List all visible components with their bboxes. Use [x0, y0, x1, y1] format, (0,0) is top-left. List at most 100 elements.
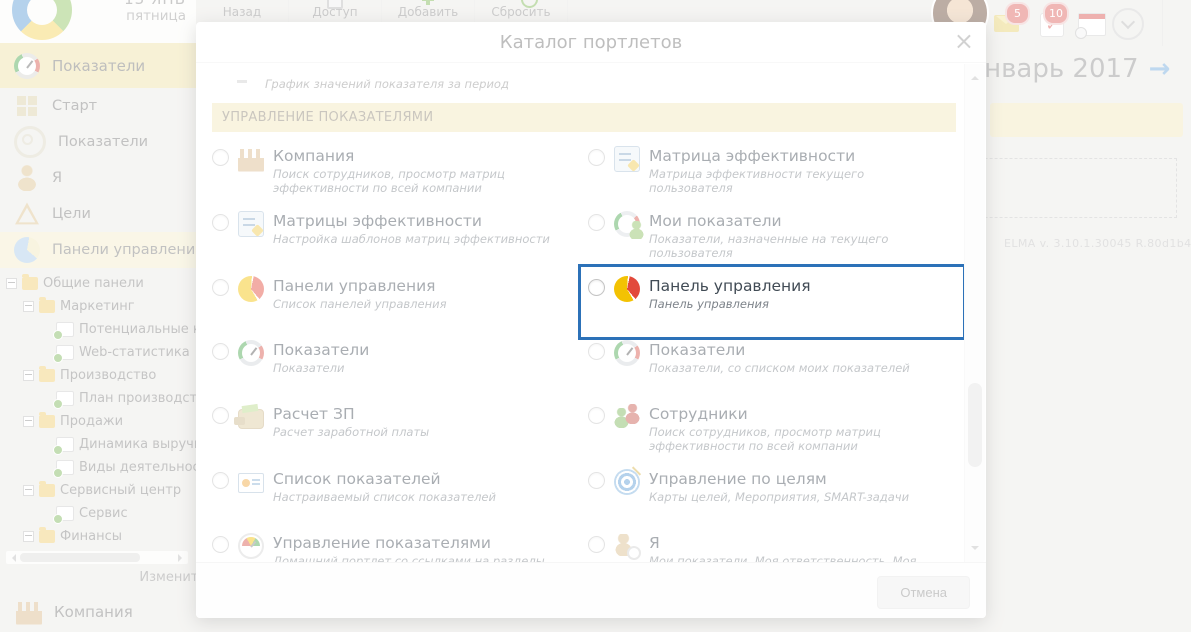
toolbar-button[interactable]: Сбросить — [475, 0, 568, 22]
toolbar-button-label: Назад — [223, 5, 261, 22]
sidebar-menu-item[interactable]: Показатели — [0, 124, 196, 160]
next-month-arrow-icon[interactable]: → — [1149, 54, 1171, 84]
tree-expander-icon[interactable] — [23, 485, 34, 496]
tree-expander-icon[interactable] — [23, 531, 34, 542]
folder-icon — [39, 415, 55, 428]
tree-horizontal-scrollbar[interactable] — [6, 551, 188, 564]
chevron-down-icon[interactable] — [1112, 8, 1144, 40]
pie-icon — [14, 237, 40, 263]
sidebar-item-label: Панели управления — [52, 242, 204, 258]
radio-icon[interactable] — [588, 149, 605, 166]
tree-expander-icon[interactable] — [23, 416, 34, 427]
tree-row[interactable]: Виды деятельности — [0, 456, 196, 479]
sidebar-active-item-indicators[interactable]: Показатели — [0, 43, 196, 88]
portlet-title: Панели управления — [273, 276, 446, 296]
tree-row[interactable]: Производство — [0, 364, 196, 387]
scroll-up-icon[interactable] — [971, 72, 979, 80]
tree-row[interactable]: Сервисный центр — [0, 479, 196, 502]
toolbar-button[interactable]: Добавить — [382, 0, 475, 22]
tree-row[interactable]: Динамика выручки — [0, 433, 196, 456]
radio-icon[interactable] — [212, 149, 229, 166]
tree-row[interactable]: Общие панели — [0, 272, 196, 295]
modal-title: Каталог портлетов — [196, 22, 986, 64]
gauge-arc-icon — [238, 533, 264, 559]
sidebar-menu-item[interactable]: Я — [0, 160, 196, 196]
radio-icon[interactable] — [588, 279, 605, 296]
tree-row-label: План производства — [79, 391, 213, 406]
matrix-icon — [238, 211, 264, 237]
portlet-item[interactable]: Список показателей Настраиваемый список … — [212, 467, 580, 523]
messages-count-badge: 5 — [1005, 2, 1030, 25]
portlet-item[interactable]: Расчет ЗП Расчет заработной платы — [212, 402, 580, 459]
portlet-item[interactable]: Показатели Показатели — [212, 338, 580, 394]
radio-icon[interactable] — [588, 407, 605, 424]
portlet-description: Показатели — [273, 362, 369, 376]
portlet-item[interactable]: Матрицы эффективности Настройка шаблонов… — [212, 209, 580, 266]
portlet-item[interactable]: Показатели Показатели, со списком моих п… — [588, 338, 956, 394]
portlet-item[interactable]: Сотрудники Поиск сотрудников, просмотр м… — [588, 402, 956, 459]
portlet-text: Показатели Показатели — [273, 340, 369, 388]
tree-expander-icon[interactable] — [6, 278, 17, 289]
modal-scrollbar[interactable] — [964, 64, 985, 562]
folder-icon — [39, 300, 55, 313]
month-title: Январь 2017 — [966, 54, 1139, 84]
portlet-item[interactable]: Панели управления Список панелей управле… — [212, 274, 580, 330]
portlet-description: Поиск сотрудников, просмотр матриц эффек… — [273, 168, 573, 195]
person-gauge-icon — [614, 533, 640, 559]
edit-tree-link[interactable]: Изменить — [120, 570, 206, 585]
radio-icon[interactable] — [588, 343, 605, 360]
portlet-item[interactable]: Управление по целям Карты целей, Меропри… — [588, 467, 956, 523]
radio-icon[interactable] — [212, 343, 229, 360]
tree-row[interactable]: Web-статистика — [0, 341, 196, 364]
radio-icon[interactable] — [588, 214, 605, 231]
tree-row[interactable]: Сервис — [0, 502, 196, 525]
modal-header: Каталог портлетов × — [196, 22, 986, 63]
tree-row[interactable]: Финансы — [0, 525, 196, 548]
tree-row-label: Производство — [60, 368, 156, 383]
close-icon[interactable]: × — [954, 27, 974, 55]
scroll-left-icon[interactable] — [8, 554, 16, 562]
tree-expander-icon[interactable] — [23, 370, 34, 381]
scrollbar-thumb[interactable] — [968, 383, 982, 468]
portlet-item[interactable]: Матрица эффективности Матрица эффективно… — [588, 144, 956, 201]
dashboard-icon — [56, 391, 74, 406]
radio-icon[interactable] — [212, 214, 229, 231]
portlet-description: Показатели, со списком моих показателей — [649, 362, 910, 376]
tree-row[interactable]: Продажи — [0, 410, 196, 433]
cancel-button[interactable]: Отмена — [877, 576, 970, 609]
grid-icon — [14, 93, 40, 119]
month-heading: Январь 2017 → — [966, 54, 1170, 84]
calendar-icon[interactable] — [1078, 13, 1106, 36]
portlet-item[interactable]: Мои показатели Показатели, назначенные н… — [588, 209, 956, 266]
radio-icon[interactable] — [212, 472, 229, 489]
goals-icon — [14, 201, 40, 227]
company-label: Компания — [54, 603, 133, 621]
tree-row[interactable]: План производства — [0, 387, 196, 410]
portlet-item[interactable]: Я Мои показатели, Моя ответственность, М… — [588, 531, 956, 563]
toolbar-button[interactable]: Назад — [196, 0, 289, 22]
tree-row-label: Финансы — [60, 529, 122, 544]
sidebar-menu-item[interactable]: Старт — [0, 88, 196, 124]
tree-expander-icon[interactable] — [23, 301, 34, 312]
radio-icon[interactable] — [588, 472, 605, 489]
toolbar-button[interactable]: Доступ — [289, 0, 382, 22]
radio-icon[interactable] — [212, 407, 229, 424]
portlet-title: Мои показатели — [649, 211, 949, 231]
scroll-right-icon[interactable] — [178, 554, 186, 562]
portlet-title: Список показателей — [273, 469, 496, 489]
tree-row[interactable]: Маркетинг — [0, 295, 196, 318]
scrollbar-thumb[interactable] — [20, 553, 140, 562]
radio-icon[interactable] — [588, 536, 605, 553]
portlet-item[interactable]: Компания Поиск сотрудников, просмотр мат… — [212, 144, 580, 201]
radio-icon[interactable] — [212, 536, 229, 553]
sidebar-menu-item[interactable]: Панели управления — [0, 232, 196, 268]
tree-row[interactable]: Потенциальные клиенты — [0, 318, 196, 341]
sidebar-menu-item[interactable]: Цели — [0, 196, 196, 232]
portlet-item[interactable]: Панель управления Панель управления — [588, 274, 956, 330]
radio-icon[interactable] — [212, 279, 229, 296]
gauge-icon — [614, 340, 640, 366]
sidebar-item-company[interactable]: Компания — [0, 592, 212, 632]
sidebar-item-label: Цели — [52, 206, 91, 222]
portlet-item[interactable]: Управление показателями Домашний портлет… — [212, 531, 580, 563]
scroll-down-icon[interactable] — [971, 546, 979, 554]
